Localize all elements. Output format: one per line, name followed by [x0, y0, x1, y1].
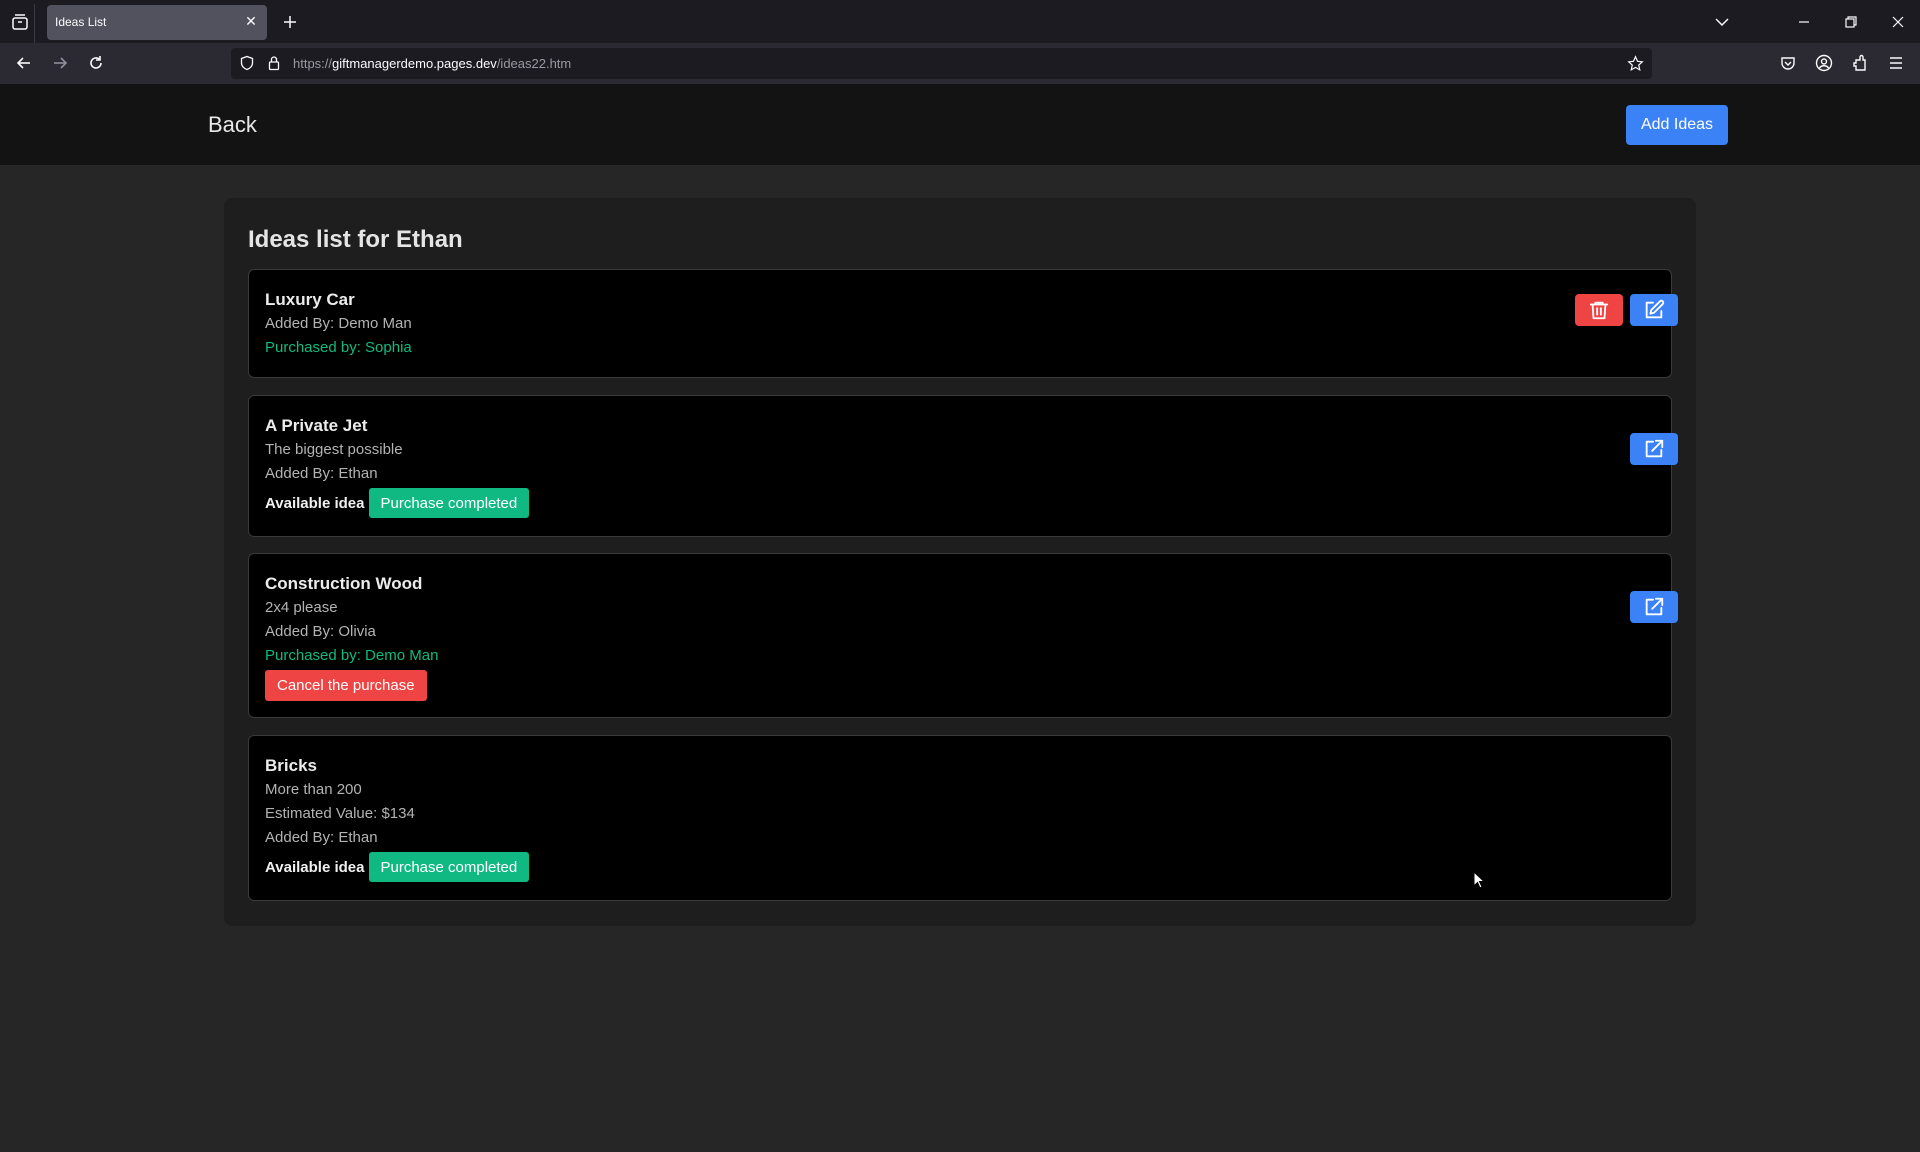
idea-added-by: Added By: Ethan — [265, 829, 378, 846]
close-window-icon[interactable] — [1888, 12, 1908, 32]
available-idea-label: Available idea — [265, 858, 365, 876]
external-link-icon — [1645, 597, 1664, 616]
browser-nav-bar: https://giftmanagerdemo.pages.dev/ideas2… — [0, 43, 1920, 84]
back-link[interactable]: Back — [208, 112, 257, 138]
idea-name: Bricks — [265, 756, 317, 775]
reload-icon[interactable] — [86, 53, 106, 73]
idea-card-construction-wood: Construction Wood 2x4 please Added By: O… — [248, 553, 1678, 718]
ideas-list-container: Ideas list for Ethan Luxury Car Added By… — [224, 198, 1696, 926]
url-bar[interactable]: https://giftmanagerdemo.pages.dev/ideas2… — [231, 48, 1652, 79]
forward-arrow-icon[interactable] — [50, 53, 70, 73]
idea-card-luxury-car: Luxury Car Added By: Demo Man Purchased … — [248, 269, 1678, 378]
edit-pencil-icon — [1645, 299, 1665, 319]
shield-icon[interactable] — [239, 55, 255, 71]
edit-button[interactable] — [1630, 294, 1678, 326]
url-host: giftmanagerdemo.pages.dev — [332, 56, 497, 71]
menu-hamburger-icon[interactable] — [1886, 53, 1906, 73]
idea-added-by: Added By: Demo Man — [265, 315, 412, 332]
pocket-icon[interactable] — [1778, 53, 1798, 73]
account-icon[interactable] — [1814, 53, 1834, 73]
purchase-completed-button[interactable]: Purchase completed — [368, 852, 530, 882]
idea-description: The biggest possible — [265, 441, 403, 458]
idea-name: Construction Wood — [265, 574, 423, 593]
restore-icon[interactable] — [1841, 12, 1861, 32]
page-content: Back Add Ideas Ideas list for Ethan Luxu… — [0, 84, 1920, 1152]
tab-list-icon[interactable] — [10, 12, 30, 32]
url-path: /ideas22.htm — [496, 56, 572, 71]
available-idea-label: Available idea — [265, 494, 365, 512]
browser-tab-bar: Ideas List ✕ — [0, 0, 1920, 44]
idea-purchased-by: Purchased by: Sophia — [265, 339, 412, 356]
idea-name: A Private Jet — [265, 416, 368, 435]
idea-estimated-value: Estimated Value: $134 — [265, 805, 415, 822]
external-link-icon — [1645, 439, 1664, 458]
delete-button[interactable] — [1575, 294, 1623, 326]
open-link-button[interactable] — [1630, 433, 1678, 465]
page-title: Ideas list for Ethan — [248, 226, 463, 253]
idea-description: More than 200 — [265, 781, 362, 798]
add-ideas-button[interactable]: Add Ideas — [1626, 105, 1728, 145]
idea-description: 2x4 please — [265, 599, 338, 616]
tab-title: Ideas List — [55, 15, 107, 29]
lock-icon[interactable] — [266, 55, 282, 71]
url-text[interactable]: https://giftmanagerdemo.pages.dev/ideas2… — [293, 56, 571, 71]
availability-row: Available idea Purchase completed — [265, 488, 530, 518]
back-arrow-icon[interactable] — [14, 53, 34, 73]
availability-row: Available idea Purchase completed — [265, 852, 530, 882]
new-tab-icon[interactable] — [280, 12, 300, 32]
open-link-button[interactable] — [1630, 591, 1678, 623]
tab-separator — [34, 4, 35, 44]
tab-close-icon[interactable]: ✕ — [243, 13, 259, 29]
idea-name: Luxury Car — [265, 290, 355, 309]
app-header: Back Add Ideas — [0, 84, 1920, 165]
idea-card-bricks: Bricks More than 200 Estimated Value: $1… — [248, 735, 1672, 901]
idea-purchased-by: Purchased by: Demo Man — [265, 647, 439, 664]
idea-card-private-jet: A Private Jet The biggest possible Added… — [248, 395, 1678, 537]
list-all-tabs-icon[interactable] — [1712, 12, 1732, 32]
url-prefix: https:// — [293, 56, 333, 71]
extensions-icon[interactable] — [1850, 53, 1870, 73]
trash-icon — [1589, 301, 1609, 320]
idea-added-by: Added By: Ethan — [265, 465, 378, 482]
browser-tab-active[interactable]: Ideas List ✕ — [47, 5, 267, 40]
cancel-purchase-button[interactable]: Cancel the purchase — [265, 670, 427, 701]
purchase-completed-button[interactable]: Purchase completed — [368, 488, 530, 518]
minimize-icon[interactable] — [1794, 12, 1814, 32]
mouse-cursor-icon — [1473, 871, 1485, 889]
bookmark-star-icon[interactable] — [1627, 55, 1644, 72]
idea-added-by: Added By: Olivia — [265, 623, 376, 640]
